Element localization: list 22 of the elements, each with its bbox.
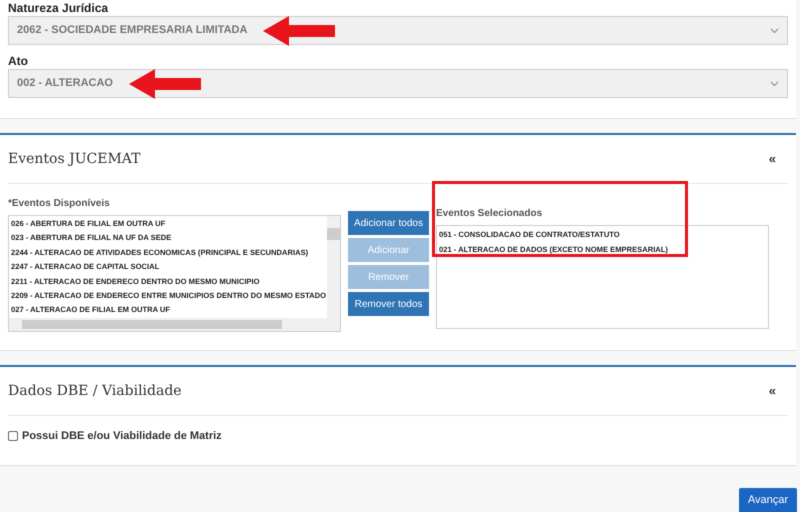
chevron-down-icon xyxy=(770,81,779,87)
collapse-button[interactable]: « xyxy=(768,149,776,169)
list-label: *Eventos Disponíveis xyxy=(8,197,111,211)
dropdown-field[interactable]: 002 - ALTERACAO xyxy=(8,69,788,98)
available-listbox[interactable] xyxy=(8,215,341,332)
list-label: Eventos Selecionados xyxy=(436,207,544,221)
dropdown-value: 002 - ALTERACAO xyxy=(17,76,113,92)
chevron-down-icon xyxy=(770,28,779,34)
section-title: Eventos JUCEMAT xyxy=(8,150,140,168)
field-label: Natureza Jurídica xyxy=(8,0,110,16)
horizontal-scrollbar[interactable] xyxy=(9,318,340,331)
next-button[interactable]: Avançar xyxy=(739,488,797,512)
transfer-button[interactable]: Remover todos xyxy=(348,292,429,316)
collapse-button[interactable]: « xyxy=(768,381,776,401)
transfer-button[interactable]: Adicionar todos xyxy=(348,211,429,235)
checkbox-label: Possui DBE e/ou Viabilidade de Matriz xyxy=(22,429,222,444)
field-label: Ato xyxy=(8,53,29,69)
checkbox[interactable] xyxy=(8,431,18,442)
dropdown-field[interactable]: 2062 - SOCIEDADE EMPRESARIA LIMITADA xyxy=(8,16,788,45)
vertical-scrollbar[interactable] xyxy=(327,216,340,318)
dropdown-value: 2062 - SOCIEDADE EMPRESARIA LIMITADA xyxy=(17,23,248,38)
section-title: Dados DBE / Viabilidade xyxy=(8,382,182,400)
